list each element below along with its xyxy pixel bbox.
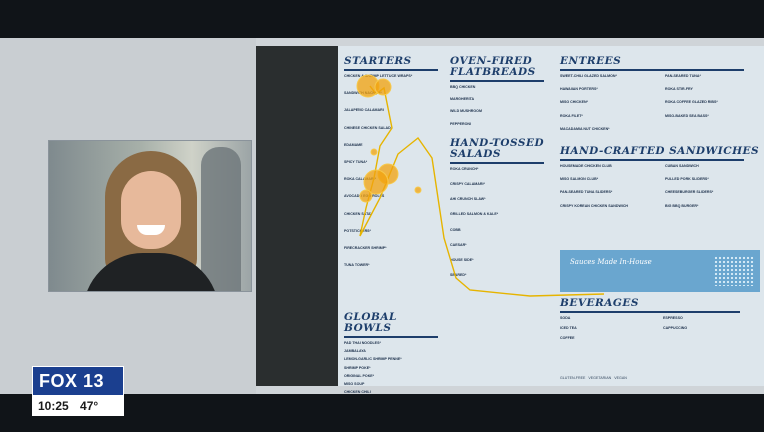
gaze-fixation — [374, 78, 392, 96]
station-logo: FOX 13 — [32, 366, 124, 396]
time-readout: 10:25 — [38, 399, 69, 413]
gaze-fixation — [414, 186, 422, 194]
presentation-screen: Starters CHICKEN & SHRIMP LETTUCE WRAPS*… — [0, 38, 764, 394]
time-temp-bar: 10:25 47° — [32, 396, 124, 416]
gaze-fixation — [370, 148, 378, 156]
station-bug: FOX 13 10:25 47° — [32, 366, 124, 418]
gaze-fixation — [359, 189, 373, 203]
temperature-readout: 47° — [80, 399, 99, 413]
gaze-path — [359, 85, 605, 297]
gaze-overlay — [356, 74, 605, 297]
